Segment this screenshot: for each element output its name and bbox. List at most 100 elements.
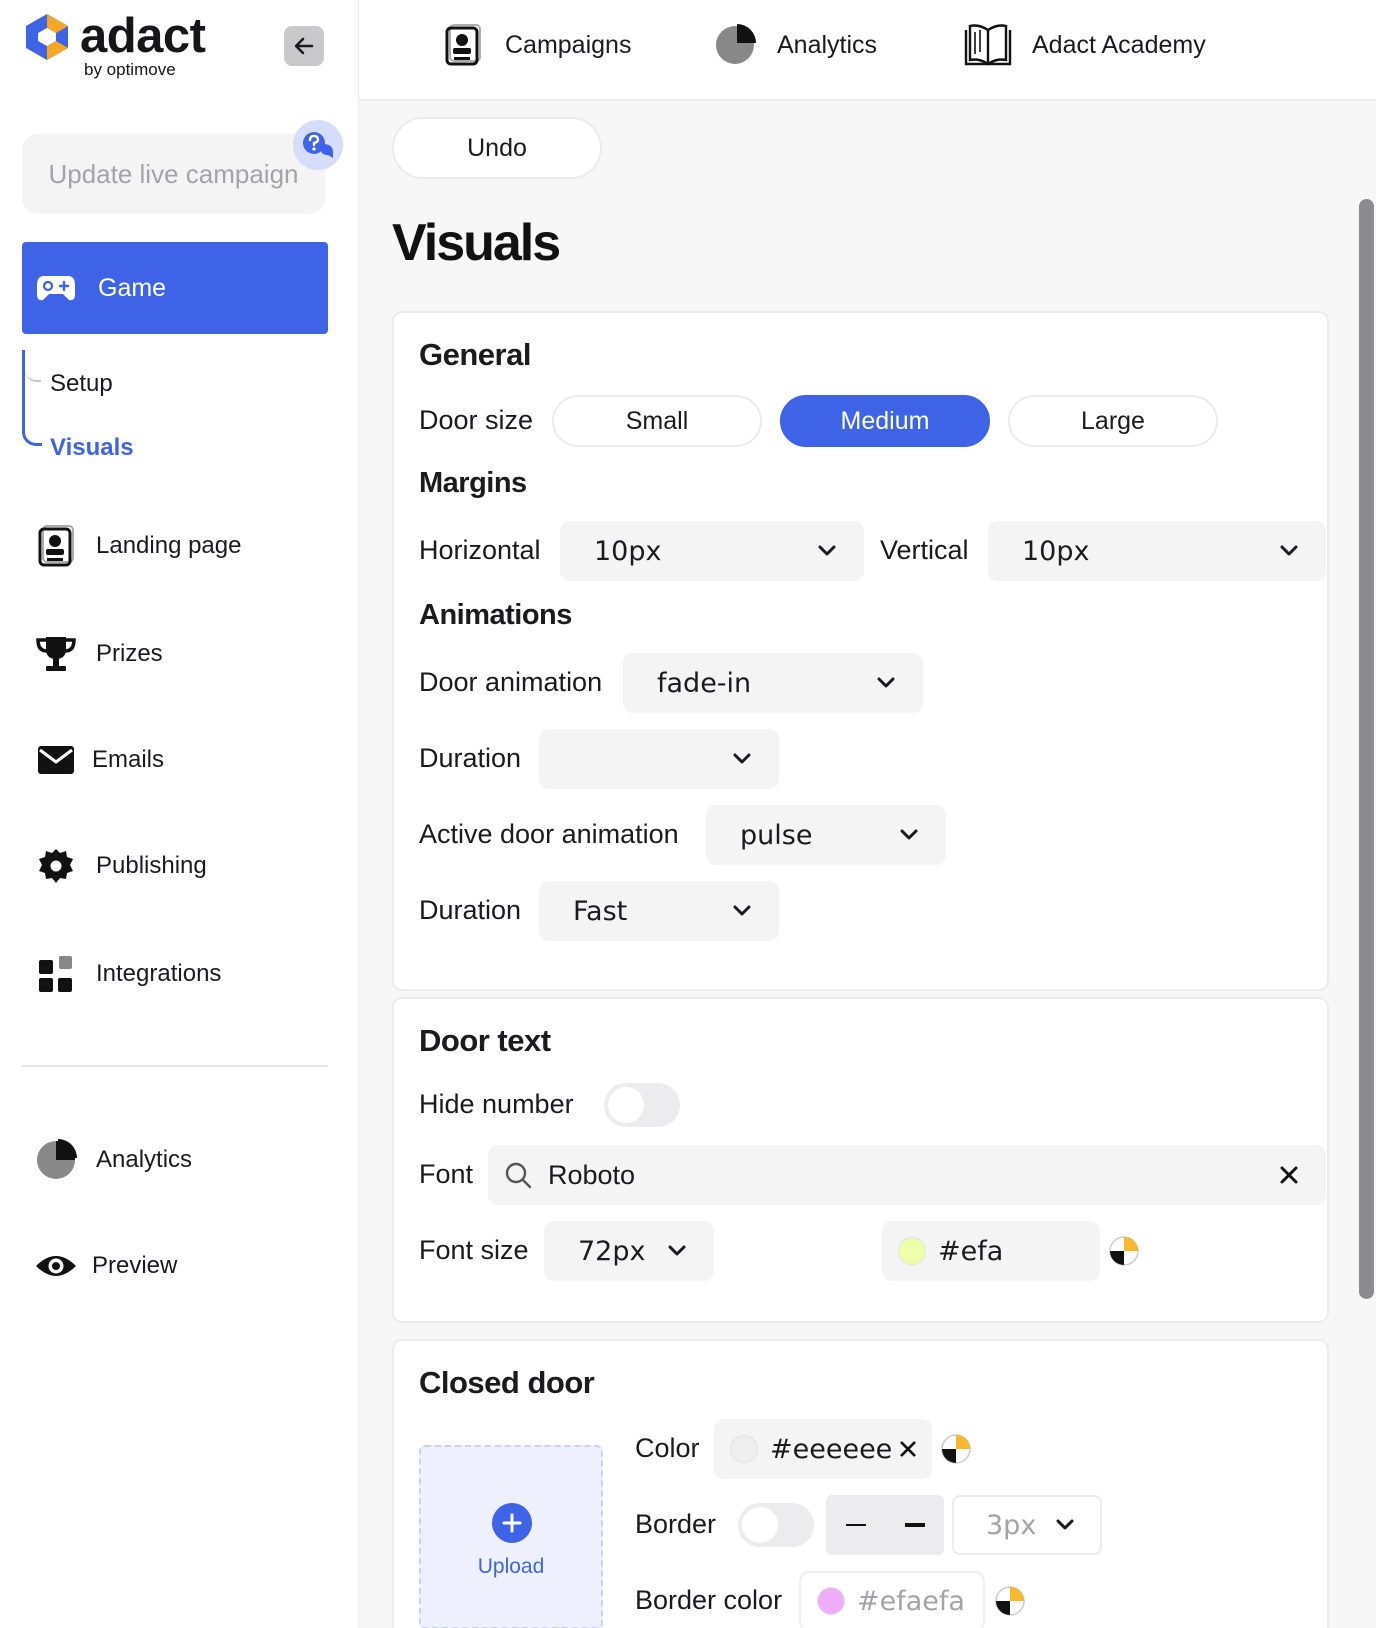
book-icon xyxy=(962,21,1014,69)
chevron-down-icon xyxy=(812,536,842,566)
font-search-input[interactable]: Roboto xyxy=(488,1145,1326,1205)
main-scrollbar[interactable] xyxy=(1357,195,1376,1305)
sidebar-item-label: Landing page xyxy=(96,532,242,559)
closed-door-upload[interactable]: Upload xyxy=(419,1445,603,1628)
closed-door-title: Closed door xyxy=(419,1365,595,1400)
door-size-medium-button[interactable]: Medium xyxy=(780,395,990,447)
select-value: pulse xyxy=(740,819,813,851)
border-style-selector[interactable] xyxy=(826,1495,944,1555)
adact-logo[interactable]: adact by optimove xyxy=(22,9,232,80)
trophy-icon xyxy=(34,632,78,676)
topnav-item-adact-academy[interactable]: Adact Academy xyxy=(962,18,1206,72)
door-text-card: Door text Hide number Font Roboto Font s… xyxy=(392,997,1329,1323)
door-animation-duration-select[interactable] xyxy=(539,729,779,789)
gear-icon xyxy=(34,844,78,888)
text-color-input[interactable]: #efa xyxy=(882,1221,1100,1281)
adact-logo-mark-icon xyxy=(26,14,68,60)
chevron-down-icon xyxy=(894,820,924,850)
horizontal-margin-select[interactable]: 10px xyxy=(560,521,864,581)
vertical-label: Vertical xyxy=(880,535,969,565)
active-door-duration-select[interactable]: Fast xyxy=(539,881,779,941)
sidebar: adact by optimove Update live campaign G… xyxy=(0,0,359,1628)
border-label: Border xyxy=(635,1509,717,1539)
logo-tagline: by optimove xyxy=(84,60,176,79)
vertical-margin-select[interactable]: 10px xyxy=(988,521,1326,581)
door-text-title: Door text xyxy=(419,1023,551,1058)
gamepad-icon xyxy=(36,268,76,308)
envelope-icon xyxy=(34,738,78,782)
door-animation-select[interactable]: fade-in xyxy=(623,653,923,713)
color-picker-icon[interactable] xyxy=(1108,1235,1140,1267)
toggle-knob xyxy=(608,1087,644,1123)
sidebar-item-integrations[interactable]: Integrations xyxy=(34,949,221,999)
sidebar-item-label: Prizes xyxy=(96,640,163,667)
door-size-small-button[interactable]: Small xyxy=(552,395,762,447)
topnav-item-campaigns[interactable]: Campaigns xyxy=(439,18,631,72)
active-door-duration-label: Duration xyxy=(419,895,522,925)
font-size-select[interactable]: 72px xyxy=(544,1221,714,1281)
sidebar-item-label: Emails xyxy=(92,746,165,773)
animations-title: Animations xyxy=(419,599,572,631)
active-door-animation-select[interactable]: pulse xyxy=(706,805,946,865)
sidebar-item-emails[interactable]: Emails xyxy=(34,735,164,785)
scrollbar-thumb[interactable] xyxy=(1359,199,1374,1299)
color-swatch xyxy=(898,1237,926,1265)
clear-color-icon[interactable] xyxy=(900,1441,924,1457)
clear-font-icon[interactable] xyxy=(1274,1166,1304,1184)
color-picker-icon[interactable] xyxy=(940,1433,972,1465)
sidebar-item-game[interactable]: Game xyxy=(22,242,328,334)
border-width-select[interactable]: 3px xyxy=(952,1495,1102,1555)
sidebar-item-analytics[interactable]: Analytics xyxy=(34,1135,192,1185)
select-value: 10px xyxy=(1022,535,1090,567)
subnav-item-visuals[interactable]: Visuals xyxy=(50,434,134,462)
color-picker-icon[interactable] xyxy=(994,1585,1026,1617)
subnav-tree-branch xyxy=(25,350,41,382)
eye-icon xyxy=(34,1244,78,1288)
toggle-knob xyxy=(742,1507,778,1543)
select-value: fade-in xyxy=(657,667,752,699)
pie-chart-icon xyxy=(711,21,759,69)
topnav-label: Analytics xyxy=(777,30,878,59)
chevron-down-icon xyxy=(662,1236,692,1266)
door-size-large-button[interactable]: Large xyxy=(1008,395,1218,447)
border-color-label: Border color xyxy=(635,1585,783,1615)
topnav-label: Campaigns xyxy=(505,30,632,59)
font-size-label: Font size xyxy=(419,1235,529,1265)
topnav-item-analytics[interactable]: Analytics xyxy=(711,18,877,72)
general-card: General Door size Small Medium Large Mar… xyxy=(392,311,1329,991)
font-label: Font xyxy=(419,1159,474,1189)
sidebar-item-publishing[interactable]: Publishing xyxy=(34,841,207,891)
sidebar-item-prizes[interactable]: Prizes xyxy=(34,629,163,679)
help-chat-icon xyxy=(303,132,333,158)
chevron-down-icon xyxy=(727,896,757,926)
door-animation-label: Door animation xyxy=(419,667,603,697)
chevron-down-icon xyxy=(871,668,901,698)
collapse-sidebar-button[interactable] xyxy=(284,26,324,66)
pie-chart-icon xyxy=(34,1138,78,1182)
color-value: #efaefa xyxy=(857,1585,965,1617)
sidebar-item-preview[interactable]: Preview xyxy=(34,1241,177,1291)
border-color-input[interactable]: #efaefa xyxy=(799,1571,985,1628)
update-live-campaign-button[interactable]: Update live campaign xyxy=(22,134,325,214)
subnav-item-setup[interactable]: Setup xyxy=(50,370,113,398)
sidebar-item-landing-page[interactable]: Landing page xyxy=(34,521,241,571)
closed-door-color-input[interactable]: #eeeeee xyxy=(714,1419,932,1479)
hide-number-toggle[interactable] xyxy=(604,1083,680,1127)
search-icon xyxy=(504,1161,544,1189)
top-navigation: Campaigns Analytics Adact Academy xyxy=(359,0,1376,101)
main-content: Undo Visuals General Door size Small Med… xyxy=(359,101,1376,1628)
color-value: #eeeeee xyxy=(770,1433,893,1465)
color-value: #efa xyxy=(938,1235,1004,1267)
help-chat-button[interactable] xyxy=(293,120,343,170)
select-value: 10px xyxy=(594,535,662,567)
upload-label: Upload xyxy=(477,1555,545,1578)
sidebar-item-label: Analytics xyxy=(96,1146,193,1173)
hide-number-label: Hide number xyxy=(419,1089,574,1119)
integrations-grid-icon xyxy=(34,952,78,996)
undo-button[interactable]: Undo xyxy=(392,117,602,179)
border-toggle[interactable] xyxy=(738,1503,814,1547)
sidebar-divider xyxy=(22,1065,328,1067)
page-title: Visuals xyxy=(392,214,561,272)
select-value: 72px xyxy=(578,1235,646,1267)
topnav-label: Adact Academy xyxy=(1032,30,1206,59)
